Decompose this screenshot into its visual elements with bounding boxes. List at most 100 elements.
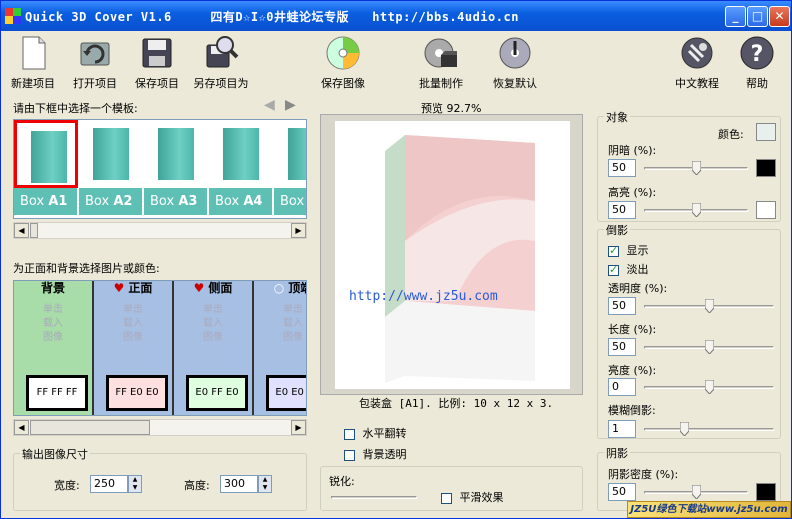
template-box-thumbnail <box>158 128 194 180</box>
title-bar[interactable]: Quick 3D Cover V1.6 四有D☆I☆0井蛙论坛专版 http:/… <box>1 1 791 31</box>
reflection-show-label: 显示 <box>626 244 649 257</box>
maximize-button[interactable]: □ <box>747 6 768 27</box>
slider-knob[interactable] <box>691 484 702 500</box>
slider-knob[interactable] <box>691 202 702 218</box>
shadow-density-input[interactable]: 50 <box>608 483 636 501</box>
transparency-input[interactable]: 50 <box>608 297 636 315</box>
sharpen-slider[interactable] <box>331 489 417 505</box>
blur-input[interactable]: 1 <box>608 420 636 438</box>
save-image-button[interactable]: 保存图像 <box>321 33 365 90</box>
reflection-fade-checkbox[interactable] <box>608 263 619 276</box>
batch-button[interactable]: 批量制作 <box>419 33 463 90</box>
template-scrollbar[interactable]: ◀ ▶ <box>13 222 307 239</box>
image-column[interactable]: ♥ 侧面 单击 载入 图像 E0 FF E0 <box>174 281 254 415</box>
minimize-button[interactable]: _ <box>725 6 746 27</box>
object-color-swatch[interactable] <box>756 123 776 141</box>
brightness-label: 亮度 (%): <box>608 364 657 377</box>
image-panel-scrollbar[interactable]: ◀ ▶ <box>13 419 307 436</box>
template-next-icon[interactable]: ▶ <box>285 97 296 113</box>
template-item[interactable]: Box A4 <box>209 120 273 215</box>
help-label: 帮助 <box>746 77 768 90</box>
template-box-thumbnail <box>223 128 259 180</box>
new-project-button[interactable]: 新建项目 <box>11 33 55 90</box>
preview-caption: 包装盒 [A1]. 比例: 10 x 12 x 3. <box>359 397 554 410</box>
reflection-fade-option[interactable]: 淡出 <box>608 261 649 277</box>
flip-horizontal-label: 水平翻转 <box>362 427 407 440</box>
template-box-thumbnail <box>93 128 129 180</box>
column-color-swatch[interactable]: E0 E0 FF <box>266 375 306 411</box>
template-box-thumbnail <box>288 128 306 180</box>
shadow-input[interactable]: 50 <box>608 159 636 177</box>
reflection-show-option[interactable]: 显示 <box>608 242 649 258</box>
checked-heart-icon[interactable]: ♥ <box>194 281 205 295</box>
reflection-fade-label: 淡出 <box>626 263 649 276</box>
height-label: 高度: <box>184 479 210 492</box>
height-spinner[interactable]: ▲ ▼ <box>258 475 272 493</box>
bg-transparent-option[interactable]: 背景透明 <box>344 446 407 462</box>
height-input[interactable]: 300 <box>220 475 258 493</box>
slider-knob[interactable] <box>704 339 715 355</box>
column-color-swatch[interactable]: FF E0 E0 <box>106 375 168 411</box>
width-input[interactable]: 250 <box>90 475 128 493</box>
smooth-option[interactable]: 平滑效果 <box>441 489 504 505</box>
image-column[interactable]: ♥ 正面 单击 载入 图像 FF E0 E0 <box>94 281 174 415</box>
load-image-area[interactable]: 单击 载入 图像 <box>98 297 168 367</box>
flip-horizontal-option[interactable]: 水平翻转 <box>344 425 407 441</box>
bg-transparent-checkbox[interactable] <box>344 449 355 461</box>
shadow-density-color-swatch[interactable] <box>756 483 776 501</box>
scroll-right-icon[interactable]: ▶ <box>291 223 306 238</box>
smooth-checkbox[interactable] <box>441 492 452 504</box>
image-column[interactable]: ○顶端单击载入图像 E0 E0 FF <box>254 281 306 415</box>
load-image-area[interactable]: 单击 载入 图像 <box>18 297 88 367</box>
highlight-slider[interactable] <box>644 202 748 218</box>
load-image-area[interactable]: 单击 载入 图像 <box>258 297 306 367</box>
highlight-color-swatch[interactable] <box>756 201 776 219</box>
app-window: Quick 3D Cover V1.6 四有D☆I☆0井蛙论坛专版 http:/… <box>0 0 792 519</box>
scroll-thumb[interactable] <box>30 420 150 435</box>
slider-knob[interactable] <box>704 379 715 395</box>
highlight-input[interactable]: 50 <box>608 201 636 219</box>
slider-knob[interactable] <box>691 160 702 176</box>
scroll-thumb[interactable] <box>30 223 38 238</box>
save-as-button[interactable]: 另存项目为 <box>194 33 249 90</box>
flip-horizontal-checkbox[interactable] <box>344 428 355 440</box>
template-item[interactable]: Box A3 <box>144 120 208 215</box>
preview-frame: http://www.jz5u.com <box>320 114 583 395</box>
reflection-group-title: 倒影 <box>604 222 630 238</box>
reflection-show-checkbox[interactable] <box>608 244 619 257</box>
column-color-swatch[interactable]: E0 FF E0 <box>186 375 248 411</box>
restore-default-button[interactable]: 恢复默认 <box>493 33 537 90</box>
shadow-color-swatch[interactable] <box>756 159 776 177</box>
help-button[interactable]: ? 帮助 <box>737 33 777 90</box>
brightness-slider[interactable] <box>644 379 774 395</box>
image-column[interactable]: 背景 单击 载入 图像 FF FF FF <box>14 281 94 415</box>
save-project-button[interactable]: 保存项目 <box>135 33 179 90</box>
unchecked-circle-icon[interactable]: ○ <box>274 281 284 295</box>
width-spinner[interactable]: ▲ ▼ <box>128 475 142 493</box>
blur-slider[interactable] <box>644 421 774 437</box>
shadow-density-slider[interactable] <box>644 484 748 500</box>
scroll-right-icon[interactable]: ▶ <box>291 420 306 435</box>
length-slider[interactable] <box>644 339 774 355</box>
template-prev-icon[interactable]: ◀ <box>264 97 275 113</box>
close-button[interactable]: ✕ <box>769 6 790 27</box>
transparency-slider[interactable] <box>644 298 774 314</box>
checked-heart-icon[interactable]: ♥ <box>114 281 125 295</box>
template-item[interactable]: Box <box>274 120 306 215</box>
chinese-tutorial-button[interactable]: 中文教程 <box>675 33 719 90</box>
help-question-icon: ? <box>739 35 775 71</box>
slider-knob[interactable] <box>679 421 690 437</box>
template-item[interactable]: Box A1 <box>14 120 78 215</box>
scroll-left-icon[interactable]: ◀ <box>14 420 29 435</box>
load-image-area[interactable]: 单击 载入 图像 <box>178 297 248 367</box>
column-color-swatch[interactable]: FF FF FF <box>26 375 88 411</box>
open-project-button[interactable]: 打开项目 <box>73 33 117 90</box>
shadow-slider[interactable] <box>644 160 748 176</box>
template-item[interactable]: Box A2 <box>79 120 143 215</box>
slider-knob[interactable] <box>704 298 715 314</box>
shadow-density-label: 阴影密度 (%): <box>608 468 679 481</box>
brightness-input[interactable]: 0 <box>608 378 636 396</box>
length-input[interactable]: 50 <box>608 338 636 356</box>
scroll-left-icon[interactable]: ◀ <box>14 223 29 238</box>
template-panel-label: 请由下框中选择一个模板: <box>13 102 138 115</box>
